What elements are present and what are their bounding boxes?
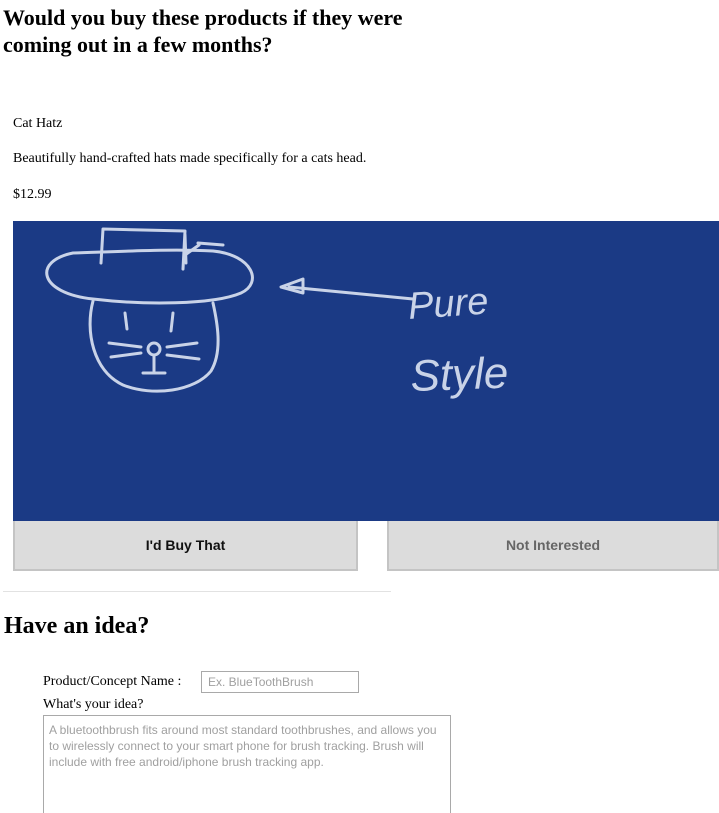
concept-name-label: Product/Concept Name : (43, 674, 182, 689)
survey-heading: Would you buy these products if they wer… (3, 5, 403, 57)
cat-mouth-stroke (141, 353, 167, 375)
product-description: Beautifully hand-crafted hats made speci… (13, 151, 367, 166)
product-name: Cat Hatz (13, 116, 63, 131)
drawing-text-2: Style (410, 349, 509, 401)
buy-button[interactable]: I'd Buy That (13, 521, 358, 571)
concept-name-input[interactable] (201, 671, 359, 693)
drawing-text-1: Pure (407, 280, 490, 327)
hat-brim-stroke (45, 248, 254, 305)
cat-face-stroke (88, 299, 220, 393)
section-divider (3, 591, 391, 592)
cat-nose-stroke (146, 341, 162, 357)
not-interested-button[interactable]: Not Interested (387, 521, 719, 571)
idea-textarea[interactable] (43, 715, 451, 813)
idea-label: What's your idea? (43, 697, 144, 712)
cat-hat-drawing: Pure Style (45, 227, 509, 401)
product-price: $12.99 (13, 187, 52, 202)
arrow-stroke (287, 285, 415, 301)
cat-eyes-stroke (123, 311, 175, 333)
idea-heading: Have an idea? (4, 613, 150, 639)
product-image: Pure Style (13, 221, 719, 521)
